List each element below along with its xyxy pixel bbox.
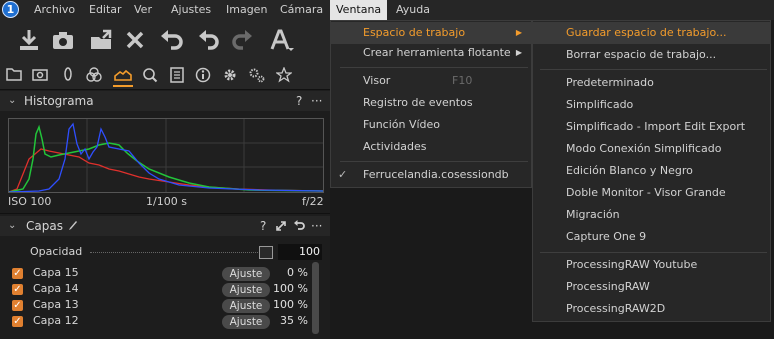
- menu-item-simplificado-iee[interactable]: Simplificado - Import Edit Export: [532, 116, 771, 138]
- submenu-arrow-icon: ▶: [515, 48, 522, 57]
- menu-separator: [340, 161, 528, 162]
- menu-ajustes[interactable]: Ajustes: [171, 0, 211, 20]
- layer-checkbox[interactable]: ✓: [12, 300, 23, 311]
- layers-title: Capas: [26, 219, 63, 233]
- redo-icon[interactable]: [230, 27, 256, 53]
- expand-icon[interactable]: [275, 220, 287, 235]
- layer-opacity: 35 %: [280, 314, 308, 327]
- color-icon[interactable]: [84, 67, 104, 85]
- layer-checkbox[interactable]: ✓: [12, 316, 23, 327]
- menu-item-blanco-negro[interactable]: Edición Blanco y Negro: [532, 160, 771, 182]
- menu-item-registro-eventos[interactable]: Registro de eventos: [330, 92, 532, 114]
- lens-icon[interactable]: [58, 67, 78, 85]
- layer-type-button[interactable]: Ajuste: [222, 315, 270, 329]
- histogram-aperture: f/22: [302, 195, 324, 208]
- layer-opacity: 0 %: [287, 266, 308, 279]
- layer-checkbox[interactable]: ✓: [12, 284, 23, 295]
- opacity-slider-track[interactable]: [90, 252, 270, 254]
- text-icon[interactable]: [268, 27, 294, 53]
- menu-item-session[interactable]: ✓ Ferrucelandia.cosessiondb: [330, 164, 532, 186]
- help-icon[interactable]: ?: [260, 216, 266, 236]
- menu-ventana[interactable]: Ventana: [330, 0, 388, 20]
- histogram-shutter: 1/100 s: [146, 195, 187, 208]
- menu-item-processingraw-youtube[interactable]: ProcessingRAW Youtube: [532, 254, 771, 276]
- menu-item-doble-monitor[interactable]: Doble Monitor - Visor Grande: [532, 182, 771, 204]
- menu-separator: [340, 67, 528, 68]
- folder-icon[interactable]: [4, 67, 24, 85]
- menu-separator: [540, 252, 767, 253]
- histogram-title: Histograma: [24, 94, 94, 108]
- help-icon[interactable]: ?: [296, 91, 302, 111]
- divider: [0, 213, 330, 214]
- camera-tab-icon[interactable]: [30, 67, 50, 85]
- layer-name[interactable]: Capa 15: [33, 266, 79, 279]
- pipette-icon[interactable]: [68, 220, 78, 235]
- layers-scrollbar[interactable]: [312, 262, 319, 334]
- menu-item-capture-one-9[interactable]: Capture One 9: [532, 226, 771, 248]
- adjustments-icon[interactable]: [247, 67, 267, 85]
- layer-name[interactable]: Capa 13: [33, 298, 79, 311]
- menu-item-migracion[interactable]: Migración: [532, 204, 771, 226]
- info-icon[interactable]: [193, 67, 213, 85]
- menu-item-predeterminado[interactable]: Predeterminado: [532, 72, 771, 94]
- check-icon: ✓: [338, 168, 348, 181]
- import-icon[interactable]: [16, 27, 42, 53]
- settings-icon[interactable]: [220, 67, 240, 85]
- menu-item-processingraw[interactable]: ProcessingRAW: [532, 276, 771, 298]
- menu-item-herramienta-flotante[interactable]: Crear herramienta flotante ▶: [330, 42, 532, 64]
- more-icon[interactable]: ···: [311, 91, 322, 111]
- menu-item-guardar-espacio[interactable]: Guardar espacio de trabajo...: [532, 22, 771, 44]
- menu-imagen[interactable]: Imagen: [226, 0, 267, 20]
- menu-item-funcion-video[interactable]: Función Vídeo: [330, 114, 532, 136]
- reset-icon[interactable]: [293, 220, 305, 235]
- menu-item-visor[interactable]: Visor F10: [330, 70, 532, 92]
- undo-history-icon[interactable]: [158, 27, 184, 53]
- menu-item-simplificado[interactable]: Simplificado: [532, 94, 771, 116]
- menu-editar[interactable]: Editar: [89, 0, 122, 20]
- menu-item-modo-conexion[interactable]: Modo Conexión Simplificado: [532, 138, 771, 160]
- exposure-icon[interactable]: [113, 67, 133, 87]
- camera-icon[interactable]: [50, 27, 76, 53]
- opacity-input[interactable]: 100: [278, 244, 322, 260]
- details-icon[interactable]: [140, 67, 160, 85]
- menu-separator: [540, 69, 767, 70]
- layer-name[interactable]: Capa 14: [33, 282, 79, 295]
- layer-type-button[interactable]: Ajuste: [222, 299, 270, 313]
- menu-ver[interactable]: Ver: [134, 0, 152, 20]
- menu-item-espacio-trabajo[interactable]: Espacio de trabajo ▶: [330, 22, 532, 44]
- menu-archivo[interactable]: Archivo: [34, 0, 75, 20]
- layer-opacity: 100 %: [273, 298, 308, 311]
- layer-type-button[interactable]: Ajuste: [222, 283, 270, 297]
- chevron-down-icon[interactable]: ⌄: [8, 216, 16, 236]
- menu-ayuda[interactable]: Ayuda: [396, 0, 430, 20]
- opacity-slider-handle[interactable]: [259, 246, 273, 259]
- menu-item-borrar-espacio[interactable]: Borrar espacio de trabajo...: [532, 44, 771, 66]
- more-icon[interactable]: ···: [311, 220, 322, 232]
- menu-item-actividades[interactable]: Actividades: [330, 136, 532, 158]
- menu-item-processingraw2d[interactable]: ProcessingRAW2D: [532, 298, 771, 320]
- histogram-iso: ISO 100: [8, 195, 52, 208]
- close-icon[interactable]: [122, 27, 148, 53]
- star-icon[interactable]: [274, 66, 294, 85]
- submenu-arrow-icon: ▶: [515, 28, 522, 37]
- chevron-down-icon[interactable]: ⌄: [8, 91, 16, 111]
- histogram-graph: [8, 118, 324, 193]
- opacity-label: Opacidad: [30, 245, 83, 258]
- layer-checkbox[interactable]: ✓: [12, 268, 23, 279]
- layer-type-button[interactable]: Ajuste: [222, 267, 270, 281]
- layer-opacity: 100 %: [273, 282, 308, 295]
- layer-name[interactable]: Capa 12: [33, 314, 79, 327]
- menu-camara[interactable]: Cámara: [280, 0, 323, 20]
- app-logo-icon: 1: [2, 1, 19, 18]
- export-folder-icon[interactable]: [88, 27, 114, 53]
- metadata-icon[interactable]: [167, 67, 187, 85]
- undo-icon[interactable]: [195, 27, 221, 53]
